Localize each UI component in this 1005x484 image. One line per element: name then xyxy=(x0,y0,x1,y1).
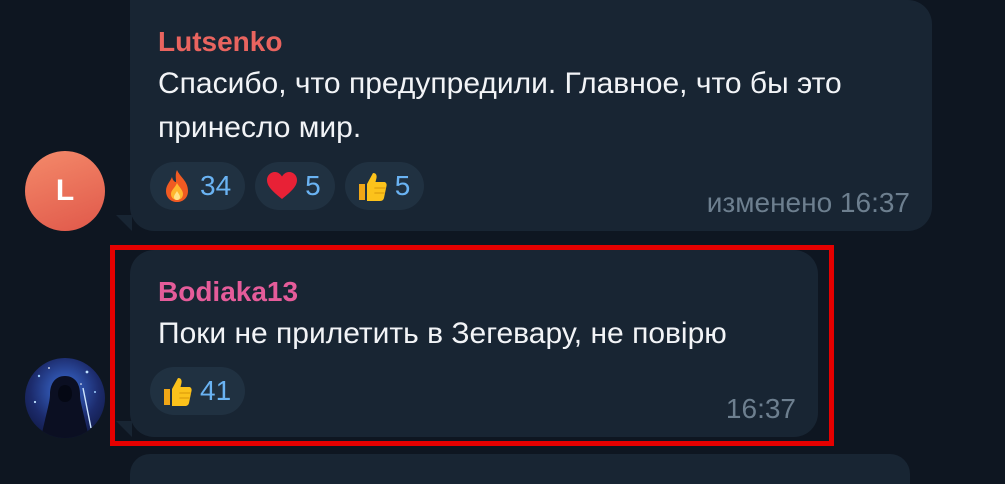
message-author[interactable]: Bodiaka13 xyxy=(158,276,298,308)
reaction-thumbs-up[interactable]: 41 xyxy=(150,367,246,415)
message-text-line-1: Поки не прилетить в Зегевару, не повірю xyxy=(158,317,727,350)
avatar-hooded-figure-icon xyxy=(33,367,96,438)
message-timestamp: 16:37 xyxy=(725,393,796,424)
bubble-tail xyxy=(116,421,132,437)
fire-icon xyxy=(160,169,194,203)
message-bubble-lutsenko[interactable]: Lutsenko Спасибо, что предупредили. Глав… xyxy=(130,0,932,231)
avatar-initial: L xyxy=(55,174,75,207)
avatar[interactable]: L xyxy=(25,151,105,231)
bubble-tail xyxy=(116,215,132,231)
heart-icon xyxy=(265,169,299,203)
message-author[interactable]: Lutsenko xyxy=(158,26,282,58)
thumbs-up-icon xyxy=(355,169,389,203)
reactions-bar: 41 xyxy=(150,367,246,415)
reaction-count: 34 xyxy=(200,170,232,201)
message-timestamp: изменено 16:37 xyxy=(706,187,910,218)
reaction-count: 41 xyxy=(200,375,232,406)
avatar[interactable] xyxy=(25,358,105,438)
message-text-line-1: Спасибо, что предупредили. Главное, что … xyxy=(158,67,842,100)
reaction-heart[interactable]: 5 xyxy=(255,162,335,210)
reaction-count: 5 xyxy=(305,170,321,201)
next-message-bubble[interactable] xyxy=(130,454,910,484)
reaction-fire[interactable]: 34 xyxy=(150,162,246,210)
message-text-line-2: принесло мир. xyxy=(158,111,362,144)
reactions-bar: 34 5 5 xyxy=(150,162,425,210)
reaction-count: 5 xyxy=(394,170,411,201)
thumbs-up-icon xyxy=(160,374,194,408)
message-bubble-bodiaka13[interactable]: Bodiaka13 Поки не прилетить в Зегевару, … xyxy=(130,250,818,437)
reaction-thumbs-up[interactable]: 5 xyxy=(344,162,425,210)
